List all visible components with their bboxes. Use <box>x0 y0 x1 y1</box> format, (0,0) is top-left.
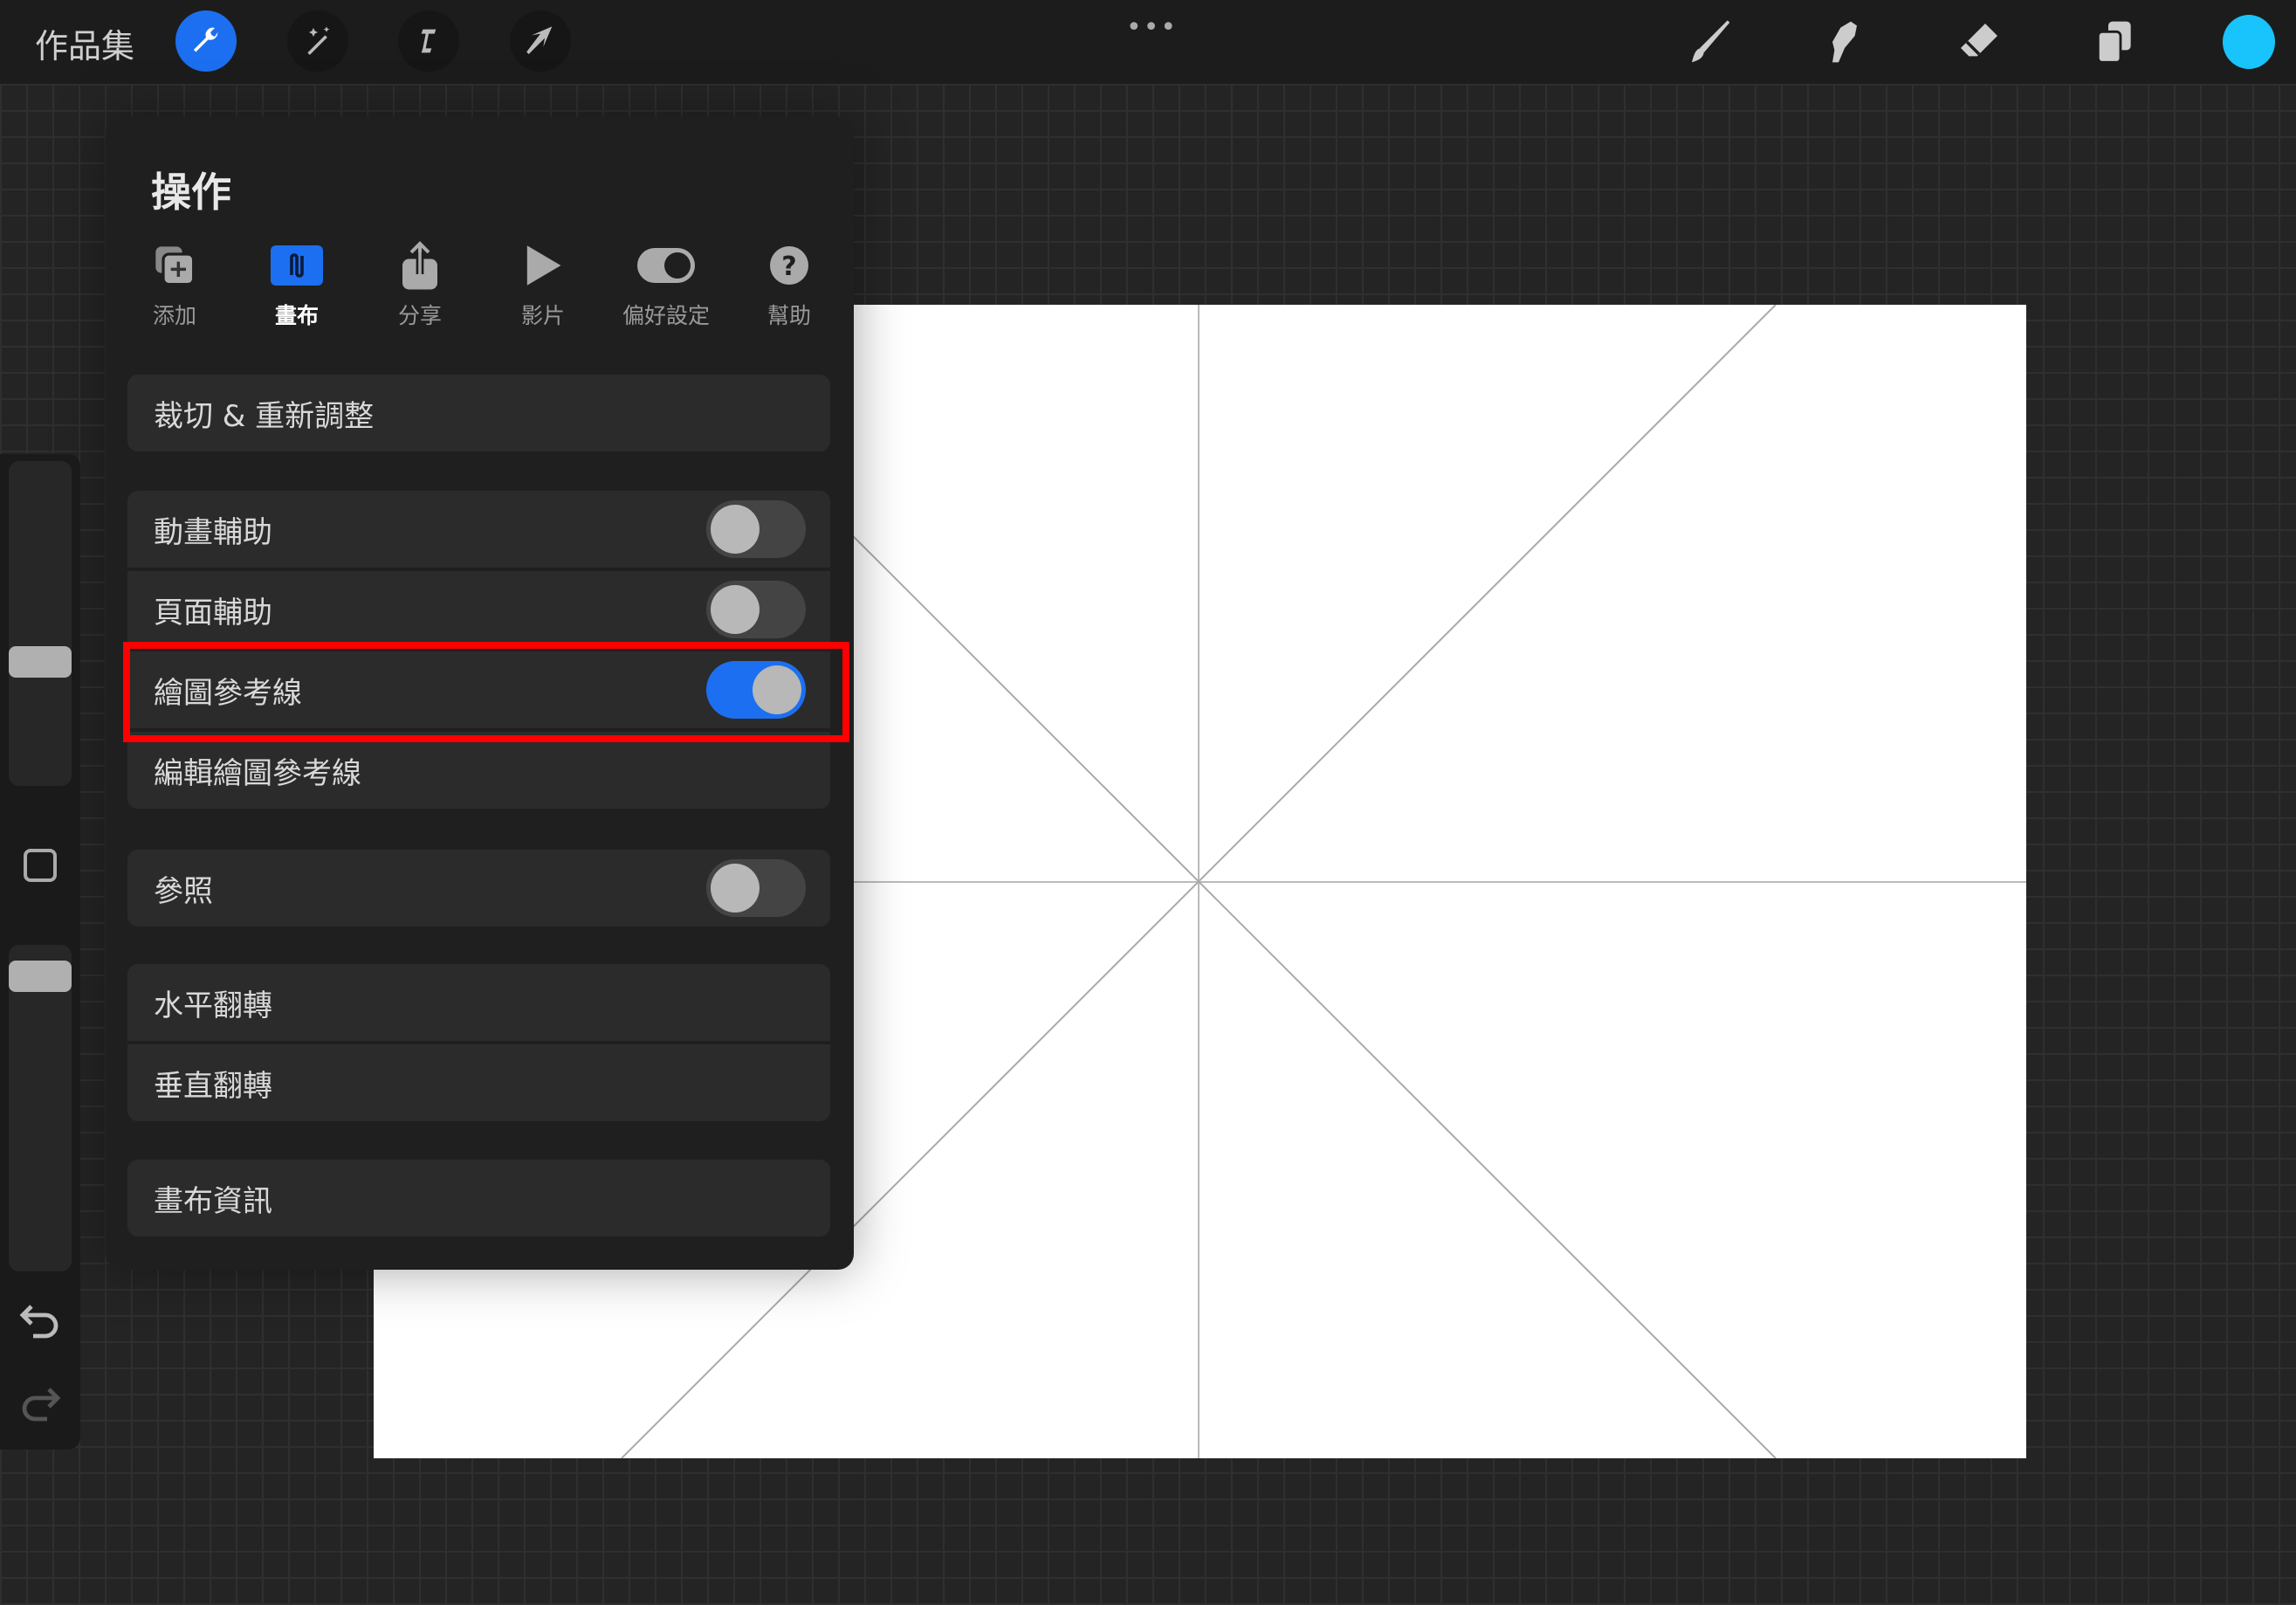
tab-add[interactable]: 添加 <box>122 239 227 330</box>
row-label: 動畫輔助 <box>154 514 272 550</box>
tab-preferences[interactable]: 偏好設定 <box>614 239 718 330</box>
svg-text:?: ? <box>781 251 796 282</box>
panel-title: 操作 <box>151 169 231 216</box>
brush-size-thumb[interactable] <box>9 646 72 678</box>
opacity-thumb[interactable] <box>9 961 72 992</box>
selection-icon <box>421 29 437 53</box>
layers-button[interactable] <box>2088 16 2141 68</box>
tab-label: 畫布 <box>274 303 319 328</box>
share-icon <box>402 241 437 290</box>
eraser-button[interactable] <box>1953 16 2005 68</box>
tab-label: 偏好設定 <box>622 303 710 328</box>
layers-icon <box>2096 21 2131 64</box>
redo-button[interactable] <box>19 1384 61 1426</box>
smudge-icon <box>1832 21 1857 63</box>
canvas-info-item[interactable]: 畫布資訊 <box>127 1160 830 1236</box>
left-sidebar <box>0 454 80 1450</box>
opacity-slider[interactable] <box>9 945 72 1271</box>
smudge-button[interactable] <box>1818 16 1871 68</box>
crop-resize-item[interactable]: 裁切 & 重新調整 <box>127 375 830 451</box>
canvas-icon <box>271 245 323 286</box>
reference-toggle[interactable] <box>706 859 806 917</box>
tab-label: 幫助 <box>766 303 811 328</box>
undo-button[interactable] <box>19 1301 61 1343</box>
animation-assist-item: 動畫輔助 <box>127 491 830 568</box>
brush-size-slider[interactable] <box>9 461 72 786</box>
row-label: 畫布資訊 <box>154 1183 272 1219</box>
drawing-guide-item: 繪圖參考線 <box>127 651 830 728</box>
row-label: 水平翻轉 <box>154 988 272 1023</box>
more-ellipsis-icon[interactable]: ••• <box>1126 12 1178 43</box>
page-assist-item: 頁面輔助 <box>127 571 830 648</box>
modify-square-button[interactable] <box>24 849 57 882</box>
brush-icon <box>1692 20 1730 63</box>
gallery-button[interactable]: 作品集 <box>35 19 134 67</box>
add-icon <box>155 246 196 286</box>
row-label: 垂直翻轉 <box>154 1068 272 1104</box>
edit-drawing-guide-item[interactable]: 編輯繪圖參考線 <box>127 732 830 809</box>
drawing-guide-toggle[interactable] <box>706 661 806 719</box>
reference-item: 參照 <box>127 850 830 926</box>
undo-icon <box>19 1305 58 1339</box>
tab-share[interactable]: 分享 <box>368 239 472 330</box>
actions-button[interactable] <box>175 10 237 72</box>
magic-wand-icon <box>307 26 330 55</box>
brush-button[interactable] <box>1684 16 1736 68</box>
toggle-icon <box>637 248 695 283</box>
top-toolbar: 作品集 ••• <box>0 0 2296 84</box>
row-label: 裁切 & 重新調整 <box>154 398 375 434</box>
play-icon <box>526 245 561 286</box>
tab-video[interactable]: 影片 <box>491 239 595 330</box>
wrench-icon <box>193 27 218 52</box>
flip-horizontal-item[interactable]: 水平翻轉 <box>127 964 830 1041</box>
transform-arrow-icon <box>526 26 553 54</box>
tab-label: 影片 <box>520 303 565 328</box>
row-label: 編輯繪圖參考線 <box>154 755 361 791</box>
eraser-icon <box>1961 24 1997 57</box>
help-icon: ? <box>770 246 808 285</box>
flip-vertical-item[interactable]: 垂直翻轉 <box>127 1044 830 1121</box>
row-label: 頁面輔助 <box>154 595 272 630</box>
redo-icon <box>22 1388 61 1422</box>
adjustments-button[interactable] <box>287 10 348 72</box>
tab-help[interactable]: ? 幫助 <box>737 239 842 330</box>
tab-canvas[interactable]: 畫布 <box>244 239 349 330</box>
actions-panel: 操作 添加 畫布 分享 影片 偏好設定 ? 幫助 裁切 & 重新調整 動畫輔助 … <box>106 117 854 1270</box>
row-label: 參照 <box>154 873 213 909</box>
tab-label: 分享 <box>397 303 442 328</box>
animation-assist-toggle[interactable] <box>706 500 806 558</box>
tab-label: 添加 <box>152 303 196 328</box>
page-assist-toggle[interactable] <box>706 581 806 638</box>
color-picker-button[interactable] <box>2223 15 2275 69</box>
selection-button[interactable] <box>398 10 459 72</box>
transform-button[interactable] <box>510 10 571 72</box>
row-label: 繪圖參考線 <box>154 675 302 711</box>
